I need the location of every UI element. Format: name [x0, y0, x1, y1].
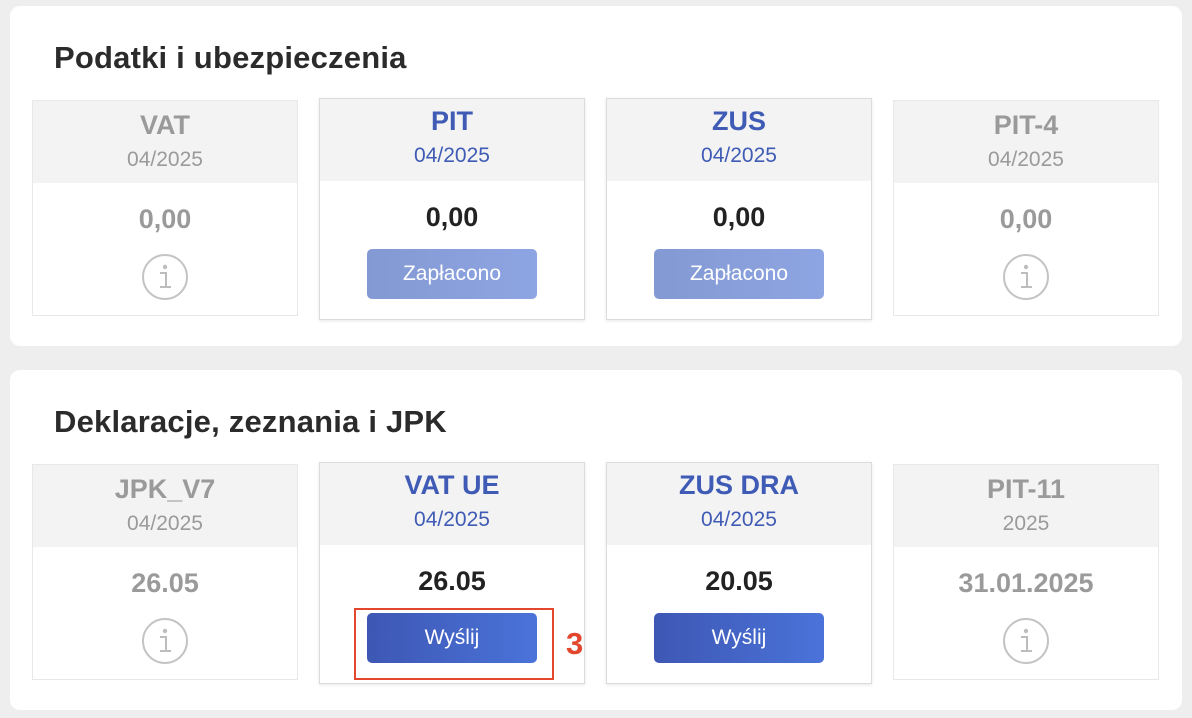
card-name: JPK_V7 — [114, 474, 216, 504]
card-name: VAT UE — [404, 470, 500, 500]
tax-card-pit: PIT 04/2025 0,00 Zapłacono — [319, 98, 585, 320]
card-amount: 0,00 — [999, 204, 1053, 234]
declaration-card-zus-dra: ZUS DRA 04/2025 20.05 Wyślij — [606, 462, 872, 684]
card-amount: 0,00 — [425, 202, 479, 232]
card-period: 2025 — [1002, 512, 1050, 535]
card-header: PIT 04/2025 — [320, 99, 584, 181]
card-header: PIT-11 2025 — [894, 465, 1158, 547]
info-icon[interactable] — [1002, 617, 1050, 665]
card-header: JPK_V7 04/2025 — [33, 465, 297, 547]
card-deadline: 31.01.2025 — [958, 568, 1094, 598]
card-deadline: 26.05 — [131, 568, 199, 598]
taxes-panel-title: Podatki i ubezpieczenia — [54, 40, 407, 75]
card-header: ZUS DRA 04/2025 — [607, 463, 871, 545]
info-icon[interactable] — [141, 617, 189, 665]
declarations-panel-title: Deklaracje, zeznania i JPK — [54, 404, 447, 439]
declaration-card-pit-11: PIT-11 2025 31.01.2025 — [893, 464, 1159, 680]
card-name: PIT-11 — [986, 474, 1066, 504]
card-period: 04/2025 — [414, 508, 490, 531]
taxes-panel: Podatki i ubezpieczenia VAT 04/2025 0,00… — [10, 6, 1182, 346]
card-amount: 0,00 — [712, 202, 766, 232]
declaration-card-jpk-v7: JPK_V7 04/2025 26.05 — [32, 464, 298, 680]
card-period: 04/2025 — [127, 512, 203, 535]
annotation-number: 3 — [566, 626, 584, 661]
card-deadline: 20.05 — [705, 566, 773, 596]
card-period: 04/2025 — [701, 508, 777, 531]
tax-card-pit-4: PIT-4 04/2025 0,00 — [893, 100, 1159, 316]
tax-card-zus: ZUS 04/2025 0,00 Zapłacono — [606, 98, 872, 320]
highlight-box — [354, 608, 554, 680]
card-period: 04/2025 — [127, 148, 203, 171]
card-name: ZUS — [712, 106, 766, 136]
card-period: 04/2025 — [414, 144, 490, 167]
info-icon[interactable] — [141, 253, 189, 301]
card-period: 04/2025 — [701, 144, 777, 167]
card-amount: 0,00 — [138, 204, 192, 234]
card-name: PIT — [430, 106, 473, 136]
card-deadline: 26.05 — [418, 566, 486, 596]
card-header: ZUS 04/2025 — [607, 99, 871, 181]
tax-card-vat: VAT 04/2025 0,00 — [32, 100, 298, 316]
card-name: PIT-4 — [993, 110, 1059, 140]
card-period: 04/2025 — [988, 148, 1064, 171]
card-header: PIT-4 04/2025 — [894, 101, 1158, 183]
card-header: VAT UE 04/2025 — [320, 463, 584, 545]
info-icon[interactable] — [1002, 253, 1050, 301]
paid-button[interactable]: Zapłacono — [367, 249, 537, 299]
card-name: VAT — [140, 110, 190, 140]
card-header: VAT 04/2025 — [33, 101, 297, 183]
card-name: ZUS DRA — [679, 470, 799, 500]
paid-button[interactable]: Zapłacono — [654, 249, 824, 299]
send-button[interactable]: Wyślij — [654, 613, 824, 663]
declarations-panel: Deklaracje, zeznania i JPK JPK_V7 04/202… — [10, 370, 1182, 710]
